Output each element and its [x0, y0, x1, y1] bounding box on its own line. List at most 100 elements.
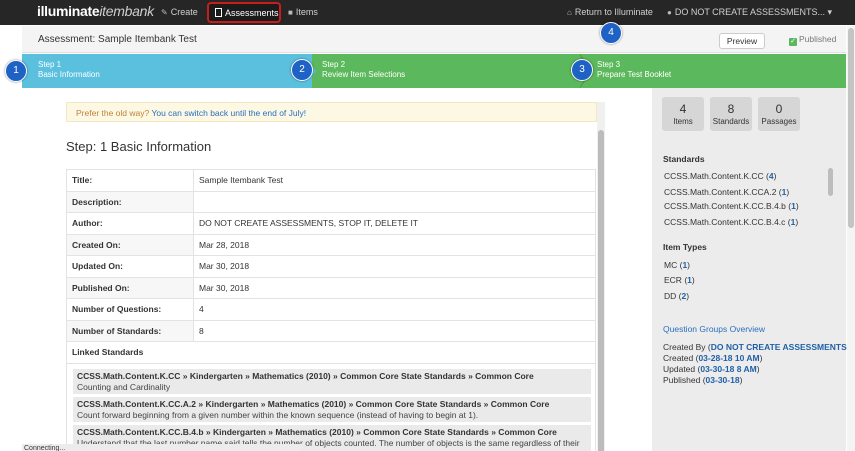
- created-value: 03-28-18 10 AM: [698, 353, 760, 363]
- home-icon: ⌂: [567, 8, 572, 17]
- logo-bold: illuminate: [37, 3, 100, 19]
- nav-return[interactable]: ⌂ Return to Illuminate: [567, 7, 653, 17]
- page-scrollbar-thumb[interactable]: [848, 28, 854, 228]
- updated-label: Updated: [663, 364, 696, 374]
- preview-button[interactable]: Preview: [719, 33, 765, 49]
- step-1[interactable]: Step 1 Basic Information: [22, 54, 312, 88]
- legacy-notice: Prefer the old way? You can switch back …: [66, 102, 597, 122]
- notice-text: Prefer the old way?: [76, 108, 150, 118]
- updated-value: 03-30-18 8 AM: [700, 364, 757, 374]
- item-types-heading: Item Types: [663, 242, 707, 252]
- nav-user-menu[interactable]: ● DO NOT CREATE ASSESSMENTS... ▾: [667, 7, 832, 18]
- info-label: Number of Standards:: [66, 319, 194, 342]
- updated-line: Updated (03-30-18 8 AM): [663, 364, 760, 374]
- published-toggle[interactable]: ✓ Published: [789, 34, 836, 46]
- info-row: Author: DO NOT CREATE ASSESSMENTS, STOP I…: [66, 212, 596, 235]
- info-label: Author:: [66, 212, 194, 235]
- linked-standard-item: CCSS.Math.Content.K.CC » Kindergarten » …: [73, 369, 591, 394]
- created-by-line: Created By (DO NOT CREATE ASSESSMENTS,: [663, 342, 850, 352]
- step-3-subtitle: Prepare Test Booklet: [597, 70, 672, 79]
- linked-standard-head: CCSS.Math.Content.K.CC.B.4.b » Kindergar…: [77, 427, 557, 437]
- nav-assessments[interactable]: Assessments: [207, 2, 281, 23]
- step-2-title: Step 2: [322, 60, 346, 69]
- linked-standard-item: CCSS.Math.Content.K.CC.A.2 » Kindergarte…: [73, 397, 591, 422]
- checkbox-icon: ✓: [789, 38, 797, 46]
- published-line: Published (03-30-18): [663, 375, 743, 385]
- info-value: Mar 30, 2018: [193, 276, 596, 299]
- app-root: illuminateitembank ✎ Create Assessments ■…: [0, 0, 855, 451]
- nav-items[interactable]: ■ Items: [288, 7, 318, 17]
- created-label: Created: [663, 353, 694, 363]
- step-3-title: Step 3: [597, 60, 621, 69]
- linked-standard-desc: Count forward beginning from a given num…: [77, 410, 479, 420]
- question-groups-link[interactable]: Question Groups Overview: [663, 324, 765, 334]
- info-label: Description:: [66, 190, 194, 213]
- info-value: 8: [193, 319, 596, 342]
- content-scrollbar[interactable]: [597, 102, 605, 451]
- info-row: Number of Standards: 8: [66, 319, 596, 342]
- info-label: Published On:: [66, 276, 194, 299]
- stat-passages-count: 0: [775, 102, 783, 116]
- nav-create[interactable]: ✎ Create: [161, 7, 198, 17]
- info-label: Created On:: [66, 233, 194, 256]
- created-line: Created (03-28-18 10 AM): [663, 353, 763, 363]
- switch-back-link[interactable]: You can switch back until the end of Jul…: [151, 108, 306, 118]
- standard-entry[interactable]: CCSS.Math.Content.K.CCA.2 (1): [664, 187, 789, 197]
- stat-items-count: 4: [679, 102, 687, 116]
- linked-standard-desc: Counting and Cardinality: [77, 382, 171, 392]
- linked-standards-list: CCSS.Math.Content.K.CC » Kindergarten » …: [66, 361, 596, 451]
- step-3[interactable]: Step 3 Prepare Test Booklet: [582, 54, 846, 88]
- linked-standard-head: CCSS.Math.Content.K.CC » Kindergarten » …: [77, 371, 534, 381]
- logo-thin: itembank: [99, 3, 154, 19]
- info-value: DO NOT CREATE ASSESSMENTS, STOP IT, DELE…: [193, 212, 596, 235]
- standard-entry[interactable]: CCSS.Math.Content.K.CC.B.4.c (1): [664, 217, 798, 227]
- standards-scrollbar[interactable]: [828, 168, 833, 196]
- nav-items-label: Items: [295, 7, 318, 17]
- user-icon: ●: [667, 8, 672, 17]
- step-2[interactable]: Step 2 Review Item Selections: [306, 54, 596, 88]
- browser-status-bar: Connecting...: [22, 444, 302, 451]
- standards-heading: Standards: [663, 154, 705, 164]
- nav-assessments-label: Assessments: [225, 8, 279, 18]
- info-label: Linked Standards: [66, 341, 596, 364]
- item-type-entry: DD (2): [664, 291, 690, 301]
- top-nav: illuminateitembank ✎ Create Assessments ■…: [0, 0, 855, 25]
- info-value: Sample Itembank Test: [193, 169, 596, 192]
- folder-icon: ■: [288, 8, 293, 17]
- standard-count: 1: [790, 217, 796, 227]
- section-title: Step: 1 Basic Information: [66, 139, 212, 154]
- info-value: Mar 30, 2018: [193, 255, 596, 278]
- item-type-count: 2: [681, 291, 687, 301]
- main-content: Prefer the old way? You can switch back …: [22, 88, 652, 451]
- standard-count: 1: [781, 187, 787, 197]
- stat-passages: 0 Passages: [758, 97, 800, 131]
- page-title: Assessment: Sample Itembank Test: [38, 34, 197, 45]
- info-value: [193, 190, 596, 213]
- app-logo[interactable]: illuminateitembank: [37, 3, 154, 19]
- nav-return-label: Return to Illuminate: [574, 7, 653, 17]
- item-type-count: 1: [687, 275, 692, 285]
- standard-entry[interactable]: CCSS.Math.Content.K.CC.B.4.b (1): [664, 201, 799, 211]
- nav-create-label: Create: [170, 7, 198, 17]
- item-type-count: 1: [682, 260, 688, 270]
- standard-name: CCSS.Math.Content.K.CC: [664, 171, 764, 181]
- stat-standards-label: Standards: [712, 117, 750, 126]
- content-scrollbar-thumb[interactable]: [598, 130, 604, 451]
- info-label: Title:: [66, 169, 194, 192]
- step-wizard: Step 2 Review Item Selections Step 3 Pre…: [22, 54, 846, 88]
- page-scrollbar[interactable]: [847, 26, 855, 451]
- stat-standards: 8 Standards: [710, 97, 752, 131]
- standard-name: CCSS.Math.Content.K.CC.B.4.b: [664, 201, 786, 211]
- callout-badge-3: 3: [571, 59, 593, 81]
- published-label: Published: [799, 34, 837, 44]
- summary-sidebar: 4 Items 8 Standards 0 Passages Standards…: [652, 88, 850, 451]
- assessment-header: Assessment: Sample Itembank Test Preview…: [22, 26, 846, 53]
- standard-entry[interactable]: CCSS.Math.Content.K.CC (4): [664, 171, 776, 181]
- callout-badge-2: 2: [291, 59, 313, 81]
- info-value: Mar 28, 2018: [193, 233, 596, 256]
- info-row: Description:: [66, 190, 596, 213]
- item-type-entry: ECR (1): [664, 275, 695, 285]
- step-1-title: Step 1: [38, 60, 62, 69]
- created-by-label: Created By: [663, 342, 706, 352]
- info-row: Title: Sample Itembank Test: [66, 169, 596, 192]
